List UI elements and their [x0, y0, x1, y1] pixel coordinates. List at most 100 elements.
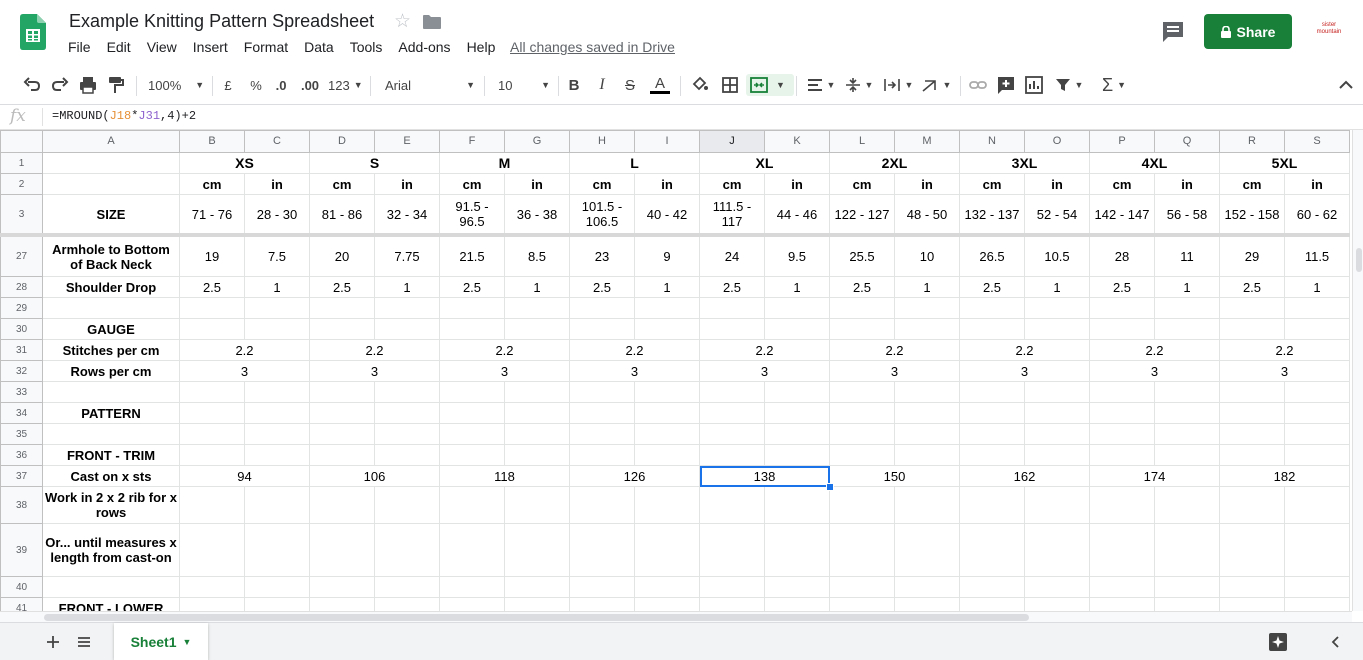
column-header[interactable]: K: [764, 130, 830, 153]
folder-icon[interactable]: [423, 15, 441, 29]
cell[interactable]: [179, 402, 245, 424]
cell[interactable]: [959, 381, 1025, 403]
cell[interactable]: [1089, 523, 1155, 577]
cell[interactable]: [959, 297, 1025, 319]
more-formats-select[interactable]: 123 ▼: [328, 74, 363, 96]
cell[interactable]: 182: [1219, 465, 1350, 487]
cell[interactable]: [634, 597, 700, 611]
cell[interactable]: 1: [1284, 276, 1350, 298]
cell[interactable]: 94: [179, 465, 310, 487]
cell[interactable]: 3: [959, 360, 1090, 382]
cell[interactable]: 36 - 38: [504, 194, 570, 237]
cell[interactable]: [1154, 297, 1220, 319]
strikethrough-button[interactable]: S: [622, 74, 638, 96]
cell[interactable]: [894, 444, 960, 466]
cell[interactable]: [244, 444, 310, 466]
cell[interactable]: [634, 381, 700, 403]
column-header[interactable]: M: [894, 130, 960, 153]
cell[interactable]: 2.5: [959, 276, 1025, 298]
comment-history-icon[interactable]: [1160, 19, 1186, 45]
column-header[interactable]: F: [439, 130, 505, 153]
cell[interactable]: 106: [309, 465, 440, 487]
cell[interactable]: [1024, 318, 1090, 340]
cell[interactable]: 26.5: [959, 234, 1025, 277]
cell[interactable]: [504, 597, 570, 611]
cell[interactable]: 21.5: [439, 234, 505, 277]
cell[interactable]: 3: [309, 360, 440, 382]
cell[interactable]: [439, 423, 505, 445]
cell[interactable]: 52 - 54: [1024, 194, 1090, 237]
cell[interactable]: [1219, 486, 1285, 524]
cell[interactable]: [634, 486, 700, 524]
cell[interactable]: 5XL: [1219, 152, 1350, 174]
bold-button[interactable]: B: [566, 74, 582, 96]
cell[interactable]: [699, 486, 765, 524]
cell[interactable]: 9.5: [764, 234, 830, 277]
row-header[interactable]: 3: [0, 194, 43, 237]
cell[interactable]: [1089, 597, 1155, 611]
text-wrapping-select[interactable]: ▼: [882, 74, 914, 96]
cell[interactable]: cm: [309, 173, 375, 195]
cell[interactable]: [504, 576, 570, 598]
cell[interactable]: [1024, 486, 1090, 524]
cell[interactable]: Stitches per cm: [42, 339, 180, 361]
cell[interactable]: [894, 381, 960, 403]
cell[interactable]: [1284, 402, 1350, 424]
cell[interactable]: [179, 486, 245, 524]
cell[interactable]: [1284, 297, 1350, 319]
cell[interactable]: 150: [829, 465, 960, 487]
row-header[interactable]: 31: [0, 339, 43, 361]
cell[interactable]: [829, 423, 895, 445]
cell[interactable]: 2.5: [179, 276, 245, 298]
cell[interactable]: [309, 423, 375, 445]
save-status-link[interactable]: All changes saved in Drive: [510, 39, 675, 55]
cell[interactable]: Rows per cm: [42, 360, 180, 382]
column-header[interactable]: S: [1284, 130, 1350, 153]
cell[interactable]: 162: [959, 465, 1090, 487]
cell[interactable]: [1024, 523, 1090, 577]
horizontal-align-select[interactable]: ▼: [806, 74, 836, 96]
cell[interactable]: in: [764, 173, 830, 195]
cell[interactable]: 3XL: [959, 152, 1090, 174]
sheets-logo-icon[interactable]: [20, 14, 46, 50]
cell[interactable]: 2XL: [829, 152, 960, 174]
cell[interactable]: L: [569, 152, 700, 174]
column-header[interactable]: P: [1089, 130, 1155, 153]
cell[interactable]: [1284, 576, 1350, 598]
cell[interactable]: [569, 297, 635, 319]
cell[interactable]: [569, 523, 635, 577]
cell[interactable]: [1024, 381, 1090, 403]
cell[interactable]: in: [244, 173, 310, 195]
cell[interactable]: [179, 423, 245, 445]
row-header[interactable]: 41: [0, 597, 43, 611]
cell[interactable]: [1219, 423, 1285, 445]
row-header[interactable]: 35: [0, 423, 43, 445]
menu-file[interactable]: File: [60, 39, 99, 57]
row-header[interactable]: 34: [0, 402, 43, 424]
cell[interactable]: FRONT - TRIM: [42, 444, 180, 466]
cell[interactable]: [829, 381, 895, 403]
cell[interactable]: 7.5: [244, 234, 310, 277]
select-all-corner[interactable]: [0, 130, 43, 153]
cell[interactable]: [1024, 576, 1090, 598]
cell[interactable]: 11: [1154, 234, 1220, 277]
cell[interactable]: 32 - 34: [374, 194, 440, 237]
cell[interactable]: [439, 318, 505, 340]
cell[interactable]: cm: [439, 173, 505, 195]
cell[interactable]: [1284, 523, 1350, 577]
cell[interactable]: 3: [439, 360, 570, 382]
cell[interactable]: 1: [504, 276, 570, 298]
cell[interactable]: [504, 381, 570, 403]
cell[interactable]: [959, 318, 1025, 340]
cell[interactable]: [504, 523, 570, 577]
cell[interactable]: [1154, 318, 1220, 340]
cell[interactable]: [42, 297, 180, 319]
cell[interactable]: [894, 523, 960, 577]
cell[interactable]: [764, 486, 830, 524]
redo-icon[interactable]: [50, 74, 70, 96]
cell[interactable]: [179, 318, 245, 340]
cell[interactable]: [764, 381, 830, 403]
menu-addons[interactable]: Add-ons: [390, 39, 458, 57]
vertical-scroll-thumb[interactable]: [1356, 248, 1362, 272]
cell[interactable]: [764, 318, 830, 340]
